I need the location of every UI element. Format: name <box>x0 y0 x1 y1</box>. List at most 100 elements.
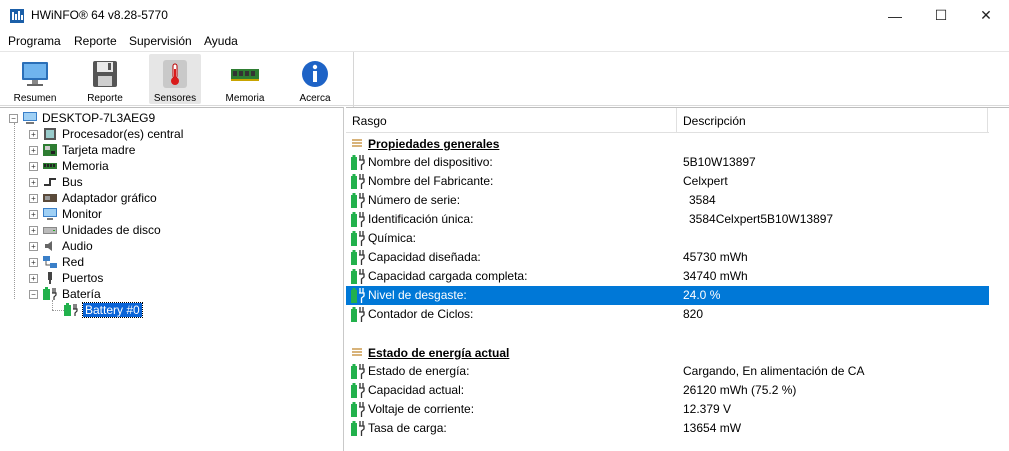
menu-ayuda[interactable]: Ayuda <box>204 34 238 48</box>
detail-row[interactable]: Identificación única: 3584Celxpert5B10W1… <box>346 210 989 229</box>
battery-icon <box>351 288 365 303</box>
thermometer-icon <box>163 60 187 88</box>
expand-icon[interactable]: + <box>29 177 38 187</box>
detail-row[interactable]: Química: <box>346 229 989 248</box>
tree-item-label: Unidades de disco <box>62 223 161 237</box>
expand-icon[interactable]: + <box>29 225 38 235</box>
info-icon <box>302 61 328 87</box>
expand-icon[interactable]: + <box>29 241 38 251</box>
column-divider[interactable] <box>987 108 988 133</box>
battery-icon <box>351 174 365 189</box>
tree-item-disk[interactable]: + Unidades de disco <box>29 222 161 238</box>
row-value: 24.0 % <box>683 288 721 302</box>
hwinfo-app-icon <box>10 9 24 23</box>
tree-item-label: Batería <box>62 287 101 301</box>
tree-item-ports[interactable]: + Puertos <box>29 270 103 286</box>
memoria-label: Memoria <box>225 93 265 104</box>
detail-row[interactable]: Capacidad actual: 26120 mWh (75.2 %) <box>346 381 989 400</box>
expand-icon[interactable]: + <box>29 257 38 267</box>
menu-programa[interactable]: Programa <box>8 34 61 48</box>
memory-module-icon <box>231 69 259 81</box>
sensores-button[interactable]: Sensores <box>149 54 201 104</box>
memoria-button[interactable]: Memoria <box>219 54 271 104</box>
battery-icon <box>351 402 365 417</box>
close-button[interactable]: ✕ <box>963 0 1009 31</box>
tree-item-audio[interactable]: + Audio <box>29 238 93 254</box>
reporte-label: Reporte <box>87 93 123 104</box>
title-bar: HWiNFO® 64 v8.28-5770 — ☐ ✕ <box>0 0 1009 31</box>
section-header: Estado de energía actual <box>346 343 989 362</box>
row-value: 12.379 V <box>683 402 732 416</box>
expand-icon[interactable]: + <box>29 145 38 155</box>
column-header-descripcion[interactable]: Descripción <box>683 114 746 128</box>
detail-row[interactable]: Nombre del dispositivo: 5B10W13897 <box>346 153 989 172</box>
row-key: Voltaje de corriente: <box>368 402 475 416</box>
toolbar: Resumen Reporte Sensores Memoria Acerca <box>0 51 1009 107</box>
speaker-icon <box>45 241 52 251</box>
details-header: Rasgo Descripción <box>346 108 989 133</box>
monitor-icon <box>43 208 57 220</box>
row-value: 820 <box>683 307 704 321</box>
collapse-icon[interactable]: − <box>9 113 18 123</box>
maximize-button[interactable]: ☐ <box>918 0 964 31</box>
sensores-label: Sensores <box>153 93 197 104</box>
tree-item-label: Adaptador gráfico <box>62 191 157 205</box>
detail-row[interactable]: Nombre del Fabricante: Celxpert <box>346 172 989 191</box>
menu-bar: Programa Reporte Supervisión Ayuda <box>0 31 1009 51</box>
row-value: 34740 mWh <box>683 269 748 283</box>
row-value: Celxpert <box>683 174 728 188</box>
port-icon <box>48 272 52 284</box>
expand-icon[interactable]: + <box>29 129 38 139</box>
column-divider[interactable] <box>676 108 677 133</box>
vertical-scroll-area[interactable] <box>989 108 1009 451</box>
tree-item-network[interactable]: + Red <box>29 254 84 270</box>
collapse-icon[interactable]: − <box>29 289 38 299</box>
detail-row[interactable]: Estado de energía: Cargando, En alimenta… <box>346 362 989 381</box>
detail-row[interactable]: Número de serie: 3584 <box>346 191 989 210</box>
expand-icon[interactable]: + <box>29 273 38 283</box>
tree-item-motherboard[interactable]: + Tarjeta madre <box>29 142 135 158</box>
detail-row[interactable]: Contador de Ciclos: 820 <box>346 305 989 324</box>
disk-icon <box>43 227 57 234</box>
resumen-button[interactable]: Resumen <box>9 54 61 104</box>
tree-item-battery-0[interactable]: Battery #0 <box>63 302 143 318</box>
tree-item-cpu[interactable]: + Procesador(es) central <box>29 126 183 142</box>
section-icon <box>352 139 362 147</box>
tree-item-label: Puertos <box>62 271 104 285</box>
menu-reporte[interactable]: Reporte <box>74 34 117 48</box>
tree-item-label: Memoria <box>62 159 109 173</box>
tree-line <box>14 123 15 299</box>
row-key: Identificación única: <box>368 212 474 226</box>
detail-row-selected[interactable]: Nivel de desgaste: 24.0 % <box>346 286 989 305</box>
detail-row[interactable]: Capacidad diseñada: 45730 mWh <box>346 248 989 267</box>
window-title: HWiNFO® 64 v8.28-5770 <box>31 8 168 22</box>
column-header-rasgo[interactable]: Rasgo <box>352 114 387 128</box>
tree-item-battery[interactable]: − Batería <box>29 286 101 302</box>
detail-row[interactable]: Tasa de carga: 13654 mW <box>346 419 989 438</box>
detail-row[interactable]: Voltaje de corriente: 12.379 V <box>346 400 989 419</box>
tree-item-gpu[interactable]: + Adaptador gráfico <box>29 190 157 206</box>
tree-item-label: Battery #0 <box>82 302 143 318</box>
details-pane: Rasgo Descripción Propiedades generales … <box>346 107 1009 451</box>
battery-icon <box>351 307 365 322</box>
battery-icon <box>351 269 365 284</box>
tree-item-label: Tarjeta madre <box>62 143 136 157</box>
resumen-label: Resumen <box>13 93 57 104</box>
battery-icon <box>351 364 365 379</box>
minimize-button[interactable]: — <box>872 0 918 31</box>
section-title: Estado de energía actual <box>368 346 510 360</box>
device-tree[interactable]: − DESKTOP-7L3AEG9 + Procesador(es) centr… <box>0 107 344 451</box>
tree-item-memory[interactable]: + Memoria <box>29 158 109 174</box>
acerca-button[interactable]: Acerca <box>289 54 341 104</box>
detail-row[interactable]: Capacidad cargada completa: 34740 mWh <box>346 267 989 286</box>
expand-icon[interactable]: + <box>29 193 38 203</box>
tree-root[interactable]: − DESKTOP-7L3AEG9 <box>9 110 155 126</box>
section-header: Propiedades generales <box>346 134 989 153</box>
expand-icon[interactable]: + <box>29 209 38 219</box>
tree-item-monitor[interactable]: + Monitor <box>29 206 102 222</box>
menu-supervision[interactable]: Supervisión <box>129 34 192 48</box>
expand-icon[interactable]: + <box>29 161 38 171</box>
tree-item-label: Bus <box>62 175 83 189</box>
reporte-button[interactable]: Reporte <box>79 54 131 104</box>
tree-item-bus[interactable]: + Bus <box>29 174 83 190</box>
